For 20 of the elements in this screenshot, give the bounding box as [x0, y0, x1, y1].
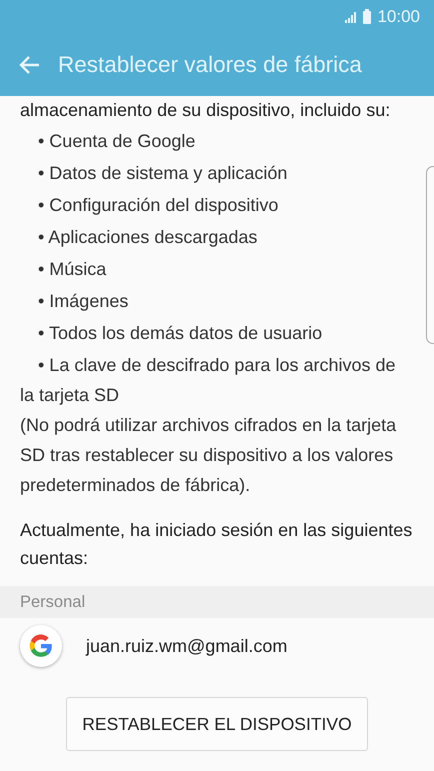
- list-item: • La clave de descifrado para los archivos de la tarjeta SD: [20, 354, 397, 407]
- reset-device-button[interactable]: RESTABLECER EL DISPOSITIVO: [66, 697, 368, 751]
- section-header: Personal: [0, 586, 434, 618]
- intro-text: almacenamiento de su dispositivo, incluido su:: [20, 99, 392, 122]
- list-item: • Aplicaciones descargadas: [37, 226, 258, 249]
- list-item: • Cuenta de Google: [37, 130, 196, 153]
- status-time: 10:00: [377, 6, 420, 26]
- account-email: juan.ruiz.wm@gmail.com: [86, 636, 288, 656]
- accounts-text: Actualmente, ha iniciado sesión en las siguientes cuentas:: [20, 519, 414, 570]
- back-arrow-icon[interactable]: [18, 54, 40, 74]
- screen-title: Restablecer valores de fábrica: [58, 52, 362, 78]
- list-item: • Configuración del dispositivo: [37, 194, 280, 217]
- list-item: • Música: [37, 258, 108, 281]
- signal-icon: [345, 10, 358, 22]
- list-item: • Datos de sistema y aplicación: [37, 162, 288, 185]
- battery-icon: [363, 9, 372, 24]
- list-item: • Imágenes: [37, 290, 130, 313]
- note-text: (No podrá utilizar archivos cifrados en la tarjeta SD tras restablecer su dispositivo a los valores predeterminados de fábrica).: [20, 414, 398, 497]
- list-item: • Todos los demás datos de usuario: [37, 322, 324, 345]
- google-logo-icon: [20, 625, 62, 667]
